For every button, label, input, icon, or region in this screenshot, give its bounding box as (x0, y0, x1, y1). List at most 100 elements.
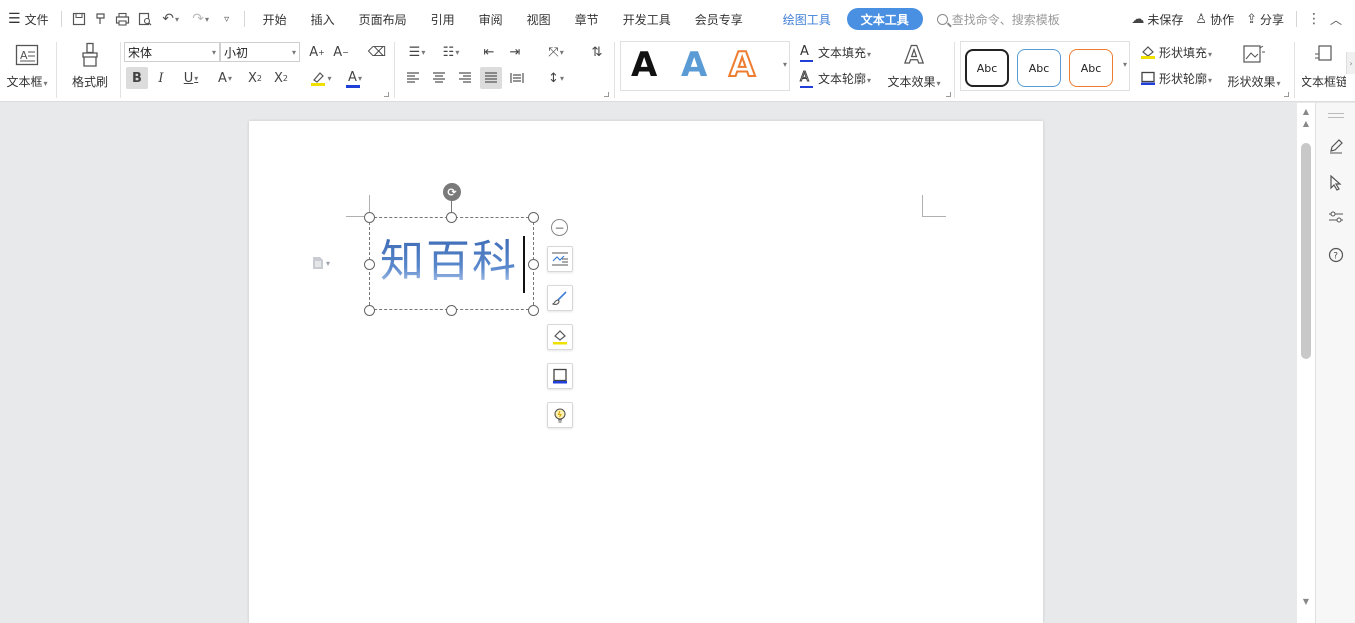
command-search[interactable]: 查找命令、搜索模板 (936, 11, 1087, 28)
line-spacing-icon[interactable]: ↕ (540, 67, 572, 89)
shape-style-black[interactable]: Abc (965, 49, 1009, 87)
superscript-button[interactable]: X2 (244, 67, 266, 89)
italic-button[interactable]: I (150, 67, 172, 89)
paragraph-dialog-launcher[interactable] (604, 92, 609, 97)
bullet-list-icon[interactable]: ☰ (402, 41, 432, 63)
tab-developer[interactable]: 开发工具 (611, 6, 683, 32)
customize-toolbar-icon[interactable]: ▿ (216, 6, 238, 32)
shape-style-blue[interactable]: Abc (1017, 49, 1061, 87)
scroll-up-page-icon[interactable]: ▲ (1297, 119, 1315, 128)
tab-home[interactable]: 开始 (251, 6, 299, 32)
shrink-font-icon[interactable]: A − (330, 41, 352, 63)
scroll-up-icon[interactable]: ▲ (1297, 107, 1315, 116)
resize-handle-top[interactable] (446, 212, 457, 223)
collaborate-button[interactable]: ♙ 协作 (1189, 11, 1240, 28)
paragraph-handle-icon[interactable]: ▾ (312, 255, 338, 271)
unsaved-button[interactable]: ☁ 未保存 (1125, 11, 1189, 28)
distribute-icon[interactable] (506, 67, 528, 89)
tab-section[interactable]: 章节 (563, 6, 611, 32)
print-icon[interactable] (112, 6, 134, 32)
settings-sliders-icon[interactable] (1326, 207, 1346, 227)
tab-view[interactable]: 视图 (515, 6, 563, 32)
font-size-select[interactable]: 小初 ▾ (220, 42, 300, 62)
decrease-indent-icon[interactable]: ⇤ (478, 41, 500, 63)
clear-format-icon[interactable]: ⌫ (366, 41, 388, 63)
tab-references[interactable]: 引用 (419, 6, 467, 32)
textbox-link-button[interactable]: 文本框链 (1302, 41, 1346, 90)
justify-icon[interactable] (480, 67, 502, 89)
text-style-black[interactable]: A (631, 45, 657, 85)
scroll-down-icon[interactable]: ▼ (1297, 597, 1315, 606)
text-style-orange-outline[interactable]: A (728, 44, 756, 86)
text-box-content[interactable]: 知百科 (380, 236, 518, 288)
tab-text-tools[interactable]: 文本工具 (846, 8, 923, 30)
text-direction-icon[interactable]: ⤧ (540, 41, 572, 63)
font-color-icon[interactable]: A (340, 67, 370, 89)
shape-effect-button[interactable]: 形状效果 (1224, 41, 1284, 90)
align-right-icon[interactable] (454, 67, 476, 89)
text-style-dialog-launcher[interactable] (946, 92, 951, 97)
font-dialog-launcher[interactable] (384, 92, 389, 97)
select-pointer-icon[interactable] (1326, 173, 1346, 193)
text-outline-button[interactable]: A 文本轮廓 (800, 67, 871, 89)
undo-icon[interactable]: ↶ (156, 6, 186, 32)
format-paint-quick-icon[interactable] (90, 6, 112, 32)
text-style-blue[interactable]: A (681, 45, 707, 85)
redo-icon[interactable]: ↷ (186, 6, 216, 32)
text-effect-button[interactable]: A 文本效果 (884, 40, 944, 90)
subscript-button[interactable]: X2 (270, 67, 292, 89)
resize-handle-right[interactable] (528, 259, 539, 270)
resize-handle-left[interactable] (364, 259, 375, 270)
quick-shape-fill-button[interactable] (547, 324, 573, 350)
resize-handle-bottom[interactable] (446, 305, 457, 316)
align-left-icon[interactable] (402, 67, 424, 89)
quick-shape-outline-button[interactable] (547, 363, 573, 389)
shape-fill-button[interactable]: 形状填充 (1140, 41, 1212, 63)
char-spacing-icon[interactable]: A (210, 67, 240, 89)
numbered-list-icon[interactable]: ☷ (436, 41, 466, 63)
shape-style-dialog-launcher[interactable] (1284, 92, 1289, 97)
gallery-more-icon[interactable]: ▾ (783, 60, 787, 69)
quick-layout-options-button[interactable] (547, 246, 573, 272)
underline-button[interactable]: U (176, 67, 206, 89)
quick-shape-style-button[interactable] (547, 285, 573, 311)
collapse-ribbon-icon[interactable]: ︿ (1325, 6, 1347, 32)
format-painter-button[interactable]: 格式刷 (66, 41, 114, 90)
collapse-quick-toolbar-icon[interactable]: − (551, 219, 568, 236)
resize-handle-bottom-left[interactable] (364, 305, 375, 316)
tab-page-layout[interactable]: 页面布局 (347, 6, 419, 32)
tab-drawing-tools[interactable]: 绘图工具 (771, 6, 843, 32)
resize-handle-top-right[interactable] (528, 212, 539, 223)
shape-outline-button[interactable]: 形状轮廓 (1140, 67, 1212, 89)
vertical-scrollbar[interactable]: ▲ ▲ ▼ (1297, 103, 1315, 623)
print-preview-icon[interactable] (134, 6, 156, 32)
textbox-button[interactable]: A 文本框 (4, 41, 50, 90)
grow-font-icon[interactable]: A + (306, 41, 328, 63)
tab-review[interactable]: 审阅 (467, 6, 515, 32)
save-icon[interactable] (68, 6, 90, 32)
text-style-gallery[interactable]: A A A ▾ (620, 41, 790, 91)
shape-style-gallery[interactable]: Abc Abc Abc ▾ (960, 41, 1130, 91)
tab-member[interactable]: 会员专享 (683, 6, 755, 32)
shape-style-orange[interactable]: Abc (1069, 49, 1113, 87)
scrollbar-thumb[interactable] (1301, 143, 1311, 359)
quick-ai-suggest-button[interactable] (547, 402, 573, 428)
file-menu[interactable]: ☰ 文件 (0, 6, 55, 32)
align-center-icon[interactable] (428, 67, 450, 89)
font-name-select[interactable]: 宋体 ▾ (124, 42, 220, 62)
ribbon-scroll-right-icon[interactable]: › (1346, 52, 1355, 74)
text-fill-button[interactable]: A 文本填充 (800, 41, 871, 63)
gallery-more-icon[interactable]: ▾ (1123, 60, 1127, 69)
share-button[interactable]: ⇪ 分享 (1240, 11, 1290, 28)
resize-handle-bottom-right[interactable] (528, 305, 539, 316)
highlight-color-icon[interactable] (306, 67, 336, 89)
resize-handle-top-left[interactable] (364, 212, 375, 223)
help-icon[interactable]: ? (1326, 245, 1346, 265)
more-icon[interactable]: ⋮ (1303, 6, 1325, 32)
increase-indent-icon[interactable]: ⇥ (504, 41, 526, 63)
tab-insert[interactable]: 插入 (299, 6, 347, 32)
bold-button[interactable]: B (126, 67, 148, 89)
sort-icon[interactable]: ⇅ (586, 41, 608, 63)
rotate-handle-icon[interactable]: ⟳ (443, 183, 461, 201)
pen-icon[interactable] (1326, 136, 1346, 156)
